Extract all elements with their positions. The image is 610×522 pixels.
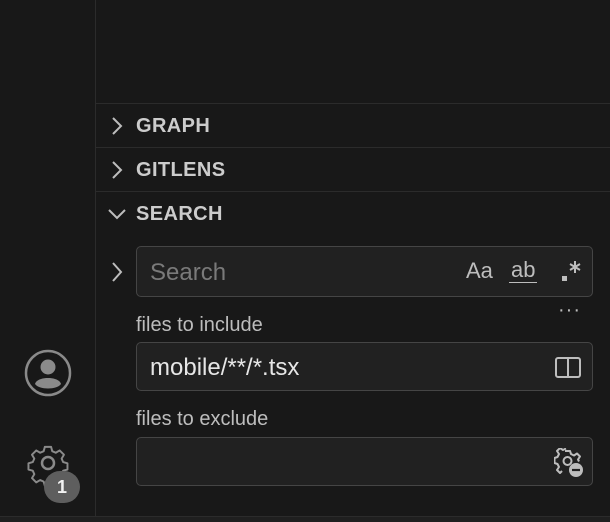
chevron-right-icon (112, 161, 123, 179)
manage-badge: 1 (44, 471, 80, 503)
search-input[interactable]: Search Aa ab (136, 246, 593, 297)
account-icon (24, 349, 72, 397)
regex-toggle[interactable] (558, 257, 584, 285)
accounts-button[interactable] (23, 348, 73, 398)
whole-word-toggle[interactable]: ab (509, 257, 545, 285)
toggle-replace-button[interactable] (106, 259, 128, 285)
chevron-down-icon (108, 209, 126, 220)
status-area-divider (0, 516, 610, 522)
vscode-window: 1 GRAPH GITLENS SEARCH Search Aa ab ··· … (0, 0, 610, 522)
pane-title: GRAPH (136, 115, 211, 137)
include-label: files to include (136, 314, 263, 336)
pane-header-gitlens[interactable]: GITLENS (96, 147, 610, 191)
more-options-button[interactable]: ··· (558, 300, 586, 322)
regex-icon (562, 261, 581, 281)
settings-exclude-icon (553, 447, 583, 477)
whole-word-label: ab (509, 257, 538, 283)
search-placeholder: Search (150, 259, 227, 286)
exclude-input[interactable] (136, 437, 593, 486)
match-case-toggle[interactable]: Aa (466, 257, 498, 285)
pane-header-graph[interactable]: GRAPH (96, 103, 610, 147)
use-exclude-settings-button[interactable] (553, 447, 583, 477)
book-icon (555, 357, 581, 378)
activity-bar: 1 (0, 0, 96, 516)
pane-title: SEARCH (136, 203, 223, 225)
pane-title: GITLENS (136, 159, 226, 181)
chevron-right-icon (112, 117, 123, 135)
chevron-right-icon (112, 262, 123, 282)
sidebar: GRAPH GITLENS SEARCH Search Aa ab ··· fi… (96, 0, 610, 516)
exclude-label: files to exclude (136, 408, 269, 430)
include-input[interactable]: mobile/**/*.tsx (136, 342, 593, 391)
pane-header-search[interactable]: SEARCH (96, 191, 610, 235)
include-value: mobile/**/*.tsx (150, 354, 300, 381)
search-only-open-editors-button[interactable] (554, 353, 582, 381)
